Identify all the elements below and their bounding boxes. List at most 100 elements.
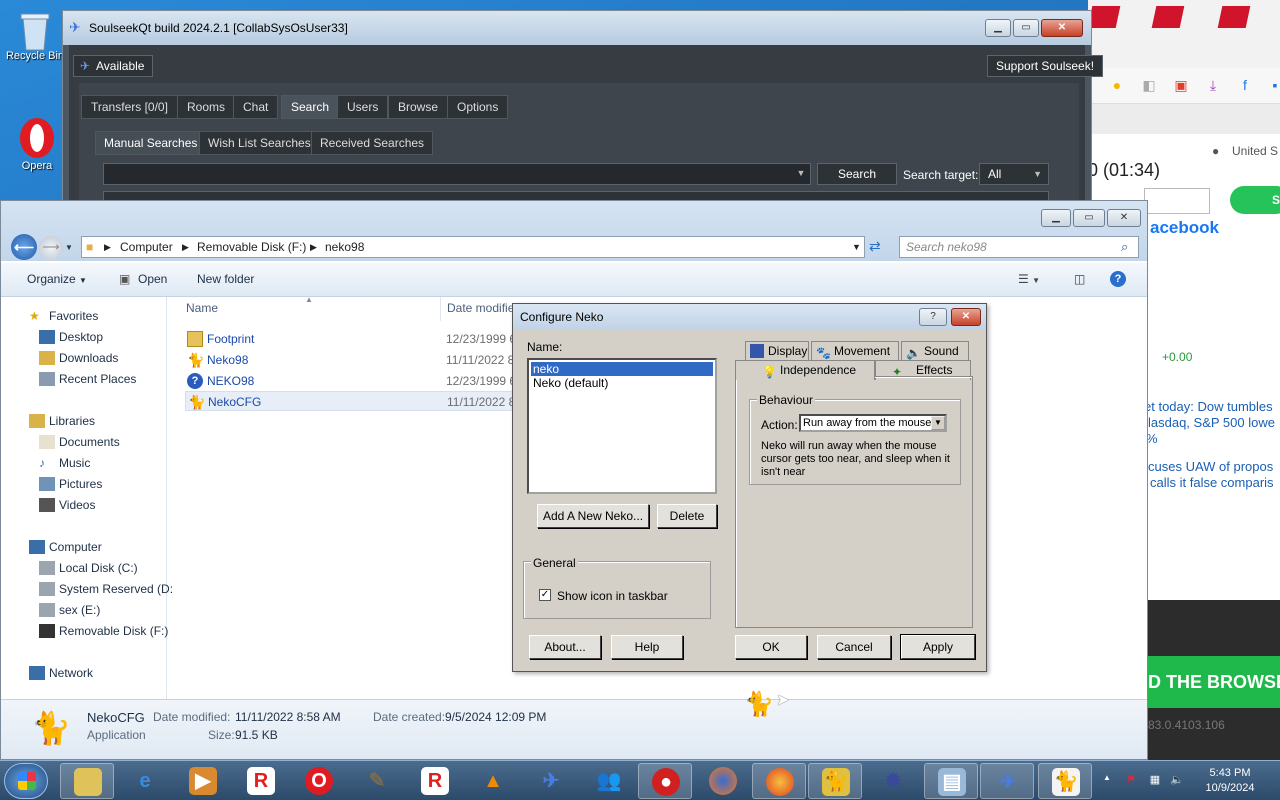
forward-button[interactable]: ⟶ <box>39 236 63 260</box>
search-input[interactable]: Search neko98 <box>899 236 1139 258</box>
delete-button[interactable]: Delete <box>657 504 717 528</box>
tab-rooms[interactable]: Rooms <box>177 95 236 119</box>
news-headline[interactable]: et today: Dow tumbles <box>1144 399 1273 414</box>
address-dropdown-icon[interactable]: ▼ <box>852 242 861 252</box>
help-button[interactable]: Help <box>611 635 683 659</box>
refresh-icon[interactable]: ⇄ <box>869 238 881 255</box>
open-button[interactable]: Open <box>138 272 167 286</box>
file-row[interactable]: ? NEKO98 12/23/1999 6 <box>185 371 525 391</box>
browser-tab[interactable] <box>1151 6 1185 28</box>
desktop-icon-recycle-bin[interactable]: Recycle Bin <box>4 8 66 62</box>
column-divider[interactable] <box>440 297 441 321</box>
tray-expand-icon[interactable]: ▲ <box>1100 773 1114 787</box>
tab-movement[interactable]: 🐾 Movement <box>811 341 899 361</box>
action-select[interactable]: Run away from the mouse ▼ <box>799 414 947 432</box>
taskbar-files[interactable]: ▤ <box>924 763 978 799</box>
taskbar-ie[interactable]: e <box>118 763 172 799</box>
file-row-selected[interactable]: 🐈 NekoCFG 11/11/2022 8 <box>185 391 525 411</box>
preview-pane-icon[interactable]: ◫ <box>1074 272 1085 286</box>
news-headline[interactable]: calls it false comparis <box>1150 475 1274 490</box>
taskbar-media[interactable]: ▶ <box>176 763 230 799</box>
browser-tab[interactable] <box>1217 6 1251 28</box>
tray-network-icon[interactable]: ▦ <box>1148 773 1162 787</box>
minimize-button[interactable]: ▁ <box>1041 209 1071 227</box>
nav-recent-places[interactable]: Recent Places <box>39 372 136 386</box>
taskbar-opera[interactable]: O <box>292 763 346 799</box>
taskbar-soulseek[interactable]: ✈ <box>524 763 578 799</box>
column-header-date-modified[interactable]: Date modifie <box>447 301 514 315</box>
ok-button[interactable]: OK <box>735 635 807 659</box>
search-input[interactable] <box>103 163 811 185</box>
view-options-icon[interactable]: ☰ ▼ <box>1018 272 1040 286</box>
tab-sound[interactable]: 🔈 Sound <box>901 341 969 361</box>
subtab-wish-list-searches[interactable]: Wish List Searches <box>199 131 320 155</box>
taskbar-bug[interactable]: ✹ <box>866 763 920 799</box>
nav-music[interactable]: ♪ Music <box>39 456 90 470</box>
extension-icon[interactable]: ▪ <box>1266 76 1280 94</box>
neko-name-list[interactable]: neko Neko (default) <box>527 358 717 494</box>
desktop-icon-opera[interactable]: Opera <box>6 118 68 172</box>
news-headline[interactable]: lasdaq, S&P 500 lowe <box>1148 415 1275 430</box>
dialog-close-button[interactable]: ✕ <box>951 308 981 326</box>
tab-search[interactable]: Search <box>281 95 340 119</box>
new-folder-button[interactable]: New folder <box>197 272 254 286</box>
subtab-manual-searches[interactable]: Manual Searches <box>95 131 207 155</box>
breadcrumb-computer[interactable]: Computer <box>120 240 173 254</box>
taskbar-gimp[interactable]: ✎ <box>350 763 404 799</box>
pocket-extension-icon[interactable]: ▣ <box>1172 76 1190 94</box>
taskbar-messenger[interactable]: 👥 <box>582 763 636 799</box>
list-item-neko-default[interactable]: Neko (default) <box>531 376 713 390</box>
list-item-neko[interactable]: neko <box>531 362 713 376</box>
taskbar-explorer[interactable] <box>60 763 114 799</box>
search-history-dropdown[interactable]: ▼ <box>791 163 811 185</box>
banner-button[interactable]: D THE BROWSER <box>1144 656 1280 708</box>
taskbar-clock[interactable]: 5:43 PM 10/9/2024 <box>1190 766 1270 796</box>
tab-browse[interactable]: Browse <box>388 95 449 119</box>
dialog-help-button[interactable]: ? <box>919 308 947 326</box>
taskbar-vlc[interactable]: ▲ <box>466 763 520 799</box>
tab-options[interactable]: Options <box>447 95 509 119</box>
file-row[interactable]: Footprint 12/23/1999 6 <box>185 329 525 349</box>
tab-display[interactable]: Display <box>745 341 809 361</box>
cancel-button[interactable]: Cancel <box>817 635 891 659</box>
organize-button[interactable]: Organize ▼ <box>27 272 87 286</box>
news-headline[interactable]: cuses UAW of propos <box>1148 459 1273 474</box>
taskbar-neko[interactable]: 🐈 <box>1038 763 1092 799</box>
tab-users[interactable]: Users <box>337 95 389 119</box>
search-icon[interactable]: ⌕ <box>1121 239 1128 255</box>
file-row[interactable]: 🐈 Neko98 11/11/2022 8 <box>185 350 525 370</box>
taskbar-firefox[interactable] <box>696 763 750 799</box>
about-button[interactable]: About... <box>529 635 601 659</box>
explorer-titlebar[interactable]: ▁ ▭ ✕ ⟵ ⟶ ▼ ■ ▶ Computer ▶ Removable Dis… <box>1 201 1147 261</box>
nav-favorites[interactable]: ★ Favorites <box>29 309 98 323</box>
minimize-button[interactable]: ▁ <box>985 19 1011 37</box>
close-button[interactable]: ✕ <box>1041 19 1083 37</box>
maximize-button[interactable]: ▭ <box>1073 209 1105 227</box>
nav-videos[interactable]: Videos <box>39 498 95 512</box>
taskbar-soulseek-window[interactable]: ✈ <box>980 763 1034 799</box>
messenger-extension-icon[interactable]: ● <box>1108 76 1126 94</box>
breadcrumb-neko98[interactable]: neko98 <box>325 240 364 254</box>
dialog-titlebar[interactable]: Configure Neko ? ✕ <box>513 304 986 330</box>
search-button[interactable]: Search <box>817 163 897 185</box>
address-bar[interactable]: ■ ▶ Computer ▶ Removable Disk (F:) ▶ nek… <box>81 236 865 258</box>
nav-computer[interactable]: Computer <box>29 540 102 554</box>
maximize-button[interactable]: ▭ <box>1013 19 1039 37</box>
nav-sex-e[interactable]: sex (E:) <box>39 603 100 617</box>
puzzle-extension-icon[interactable]: ◧ <box>1140 76 1158 94</box>
taskbar-roblox-studio[interactable]: R <box>408 763 462 799</box>
nav-libraries[interactable]: Libraries <box>29 414 95 428</box>
taskbar-roblox[interactable]: R <box>234 763 288 799</box>
facebook-text[interactable]: acebook <box>1150 218 1219 238</box>
soulseek-window[interactable]: ✈ SoulseekQt build 2024.2.1 [CollabSysOs… <box>62 10 1104 211</box>
tab-transfers[interactable]: Transfers [0/0] <box>81 95 178 119</box>
apply-button[interactable]: Apply <box>900 634 976 660</box>
nav-documents[interactable]: Documents <box>39 435 120 449</box>
soulseek-titlebar[interactable]: ✈ SoulseekQt build 2024.2.1 [CollabSysOs… <box>63 11 1091 45</box>
browser-tab[interactable] <box>1088 6 1121 28</box>
nav-system-reserved-d[interactable]: System Reserved (D: <box>39 582 173 596</box>
breadcrumb-removable-disk[interactable]: Removable Disk (F:) <box>197 240 306 254</box>
nav-pictures[interactable]: Pictures <box>39 477 102 491</box>
search-target-select[interactable]: All ▼ <box>979 163 1049 185</box>
column-header-name[interactable]: Name <box>186 301 218 315</box>
